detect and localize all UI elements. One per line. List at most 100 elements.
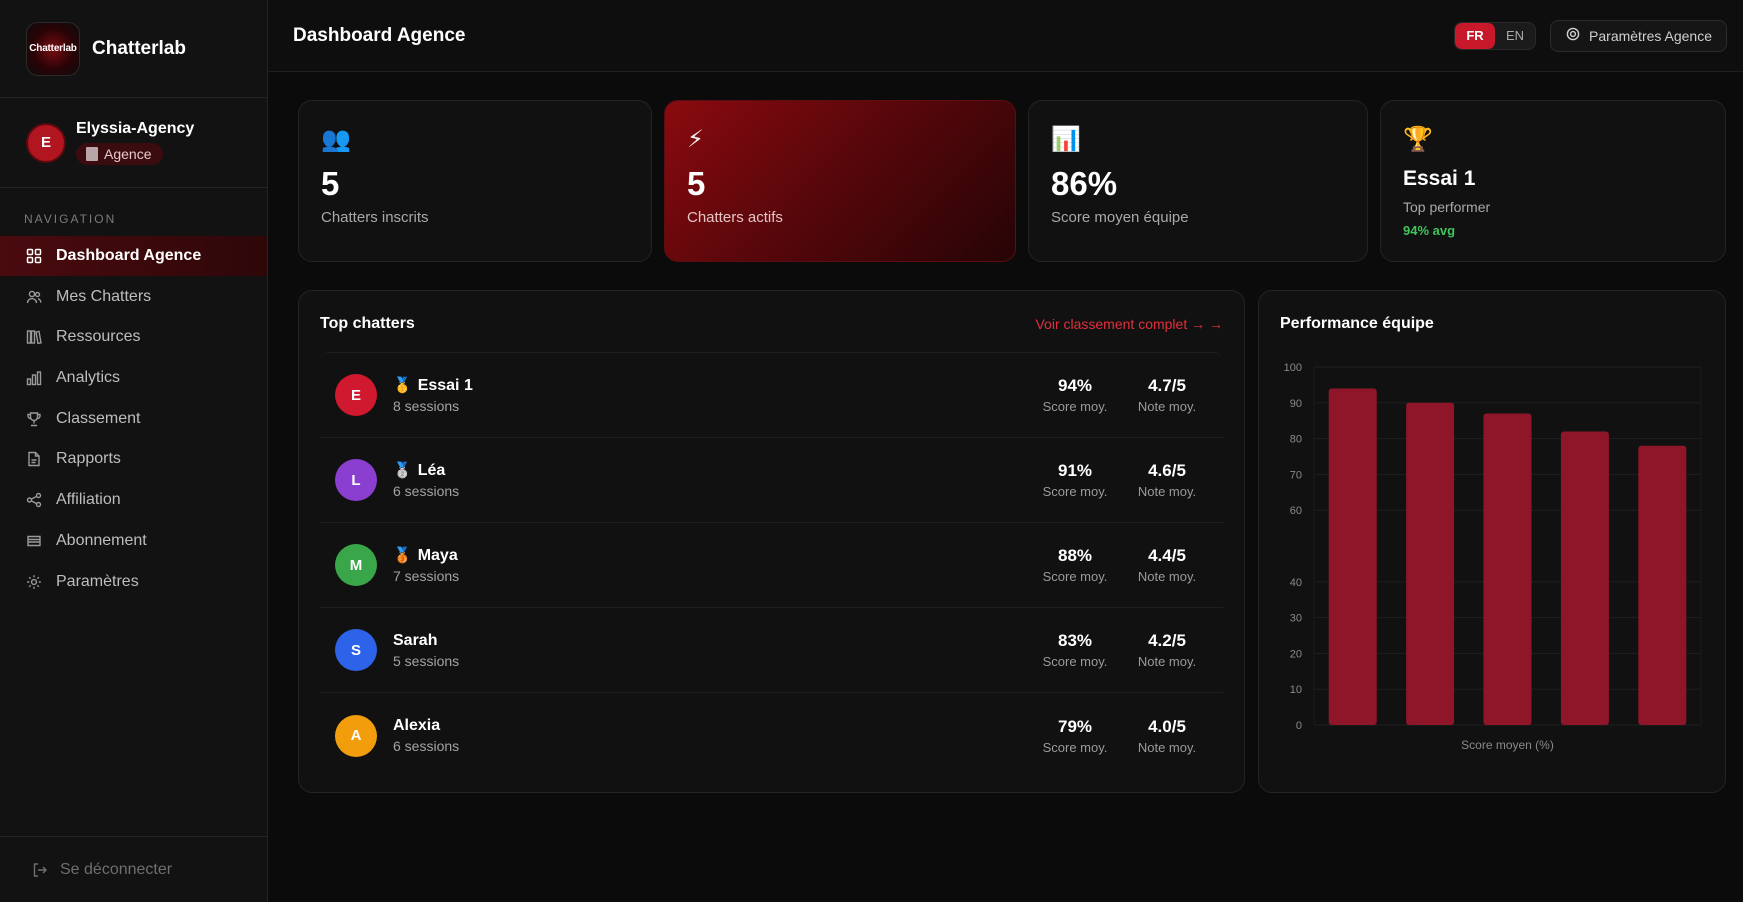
chart-bar[interactable] <box>1560 431 1609 725</box>
card-icon <box>26 533 42 549</box>
score-metric: 79% Score moy. <box>1034 717 1116 755</box>
avatar[interactable]: E <box>335 374 377 416</box>
stat-card-score: 📊 86% Score moyen équipe <box>1028 100 1368 262</box>
top-performer-name: Essai 1 <box>1403 167 1476 190</box>
chatter-name: Alexia <box>393 717 1034 735</box>
sidebar-item-dashboard[interactable]: Dashboard Agence <box>0 236 267 276</box>
stat-value: 86% <box>1051 165 1118 202</box>
chatter-name: 🥉 Maya <box>393 546 1034 565</box>
agency-badge-label: Agence <box>104 145 152 162</box>
y-tick-label: 10 <box>1290 684 1302 696</box>
stat-value: 5 <box>687 165 706 202</box>
lang-fr-button[interactable]: FR <box>1455 22 1496 49</box>
chatter-name-label: Léa <box>417 462 446 479</box>
y-tick-label: 60 <box>1290 505 1302 517</box>
score-value: 88% <box>1057 546 1093 565</box>
bar-chart-icon: 📊 <box>1051 126 1081 153</box>
score-label: Score moy. <box>1042 739 1108 755</box>
top-header: Dashboard Agence FR EN Paramètres Agence <box>268 0 1743 72</box>
avatar[interactable]: M <box>335 544 377 586</box>
y-tick-label: 80 <box>1290 434 1302 446</box>
grid-icon <box>26 248 42 264</box>
full-ranking-link[interactable]: Voir classement complet → → <box>1035 316 1223 332</box>
score-metric: 94% Score moy. <box>1034 376 1116 414</box>
avatar[interactable]: A <box>335 714 377 757</box>
chatter-name: 🥈 Léa <box>393 461 1034 480</box>
logout-icon <box>32 862 48 878</box>
chatter-sessions: 8 sessions <box>393 398 460 414</box>
sidebar: Chatterlab Chatterlab E Elyssia-Agency A… <box>0 0 268 902</box>
note-metric: 4.6/5 Note moy. <box>1126 461 1208 499</box>
sidebar-item-analytics[interactable]: Analytics <box>0 358 267 398</box>
sidebar-item-settings[interactable]: Paramètres <box>0 562 267 602</box>
logout-button[interactable]: Se déconnecter <box>0 836 267 902</box>
sidebar-item-ranking[interactable]: Classement <box>0 399 267 439</box>
chatter-name: Sarah <box>393 632 1034 650</box>
avatar[interactable]: S <box>335 629 377 671</box>
top-chatters-panel: Top chatters Voir classement complet → →… <box>298 290 1245 793</box>
y-tick-label: 70 <box>1290 469 1302 481</box>
chatter-sessions: 5 sessions <box>393 652 460 669</box>
stat-card-top-performer: 🏆 Essai 1 Top performer 94% avg <box>1380 100 1726 262</box>
chatter-name: 🥇 Essai 1 <box>393 376 1034 395</box>
sidebar-item-affiliation[interactable]: Affiliation <box>0 480 267 520</box>
sidebar-item-subscription[interactable]: Abonnement <box>0 521 267 561</box>
note-metric: 4.0/5 Note moy. <box>1126 717 1208 755</box>
avatar[interactable]: L <box>335 459 377 501</box>
y-tick-label: 30 <box>1290 613 1302 625</box>
users-icon: 👥 <box>321 126 351 153</box>
list-item[interactable]: M 🥉 Maya 7 sessions 88% Score moy. 4.4/5 Note m… <box>320 523 1223 608</box>
y-tick-label: 0 <box>1296 720 1302 732</box>
agency-settings-button[interactable]: Paramètres Agence <box>1550 19 1727 52</box>
note-value: 4.0/5 <box>1148 716 1186 736</box>
sidebar-item-resources[interactable]: Ressources <box>0 317 267 357</box>
page-title: Dashboard Agence <box>293 24 466 46</box>
chart-bar[interactable] <box>1328 388 1377 725</box>
note-metric: 4.4/5 Note moy. <box>1126 546 1208 584</box>
chart-bar[interactable] <box>1638 445 1687 725</box>
list-item[interactable]: L 🥈 Léa 6 sessions 91% Score moy. 4.6/5 Note mo… <box>320 438 1223 523</box>
sidebar-item-chatters[interactable]: Mes Chatters <box>0 277 267 317</box>
sidebar-item-label: Mes Chatters <box>56 287 152 305</box>
logout-label: Se déconnecter <box>60 860 173 878</box>
stat-label: Chatters actifs <box>687 209 783 226</box>
stat-card-active: ⚡ 5 Chatters actifs <box>664 100 1016 262</box>
list-item[interactable]: E 🥇 Essai 1 8 sessions 94% Score moy. 4.7/5 Not… <box>320 353 1223 438</box>
users-icon <box>26 289 42 305</box>
stat-label: Score moyen équipe <box>1051 209 1189 226</box>
agency-badge: Agence <box>76 142 164 165</box>
share-icon <box>26 492 42 508</box>
performance-chart: 0 10 20 30 40 60 70 80 90 100 Score moyen (%) <box>1284 362 1702 752</box>
list-item[interactable]: S Sarah 5 sessions 83% Score moy. 4.2/5 Note m… <box>320 608 1223 693</box>
score-metric: 91% Score moy. <box>1034 461 1116 499</box>
language-switcher: FR EN <box>1454 21 1537 50</box>
note-value: 4.2/5 <box>1148 631 1186 650</box>
list-item[interactable]: A Alexia 6 sessions 79% Score moy. 4.0/5 Note … <box>320 693 1223 778</box>
y-tick-label: 20 <box>1290 648 1302 660</box>
chart-bar[interactable] <box>1483 413 1532 725</box>
score-value: 83% <box>1057 631 1093 650</box>
chatter-sessions: 6 sessions <box>393 738 460 754</box>
score-metric: 83% Score moy. <box>1034 631 1116 669</box>
building-icon <box>86 146 98 161</box>
note-label: Note moy. <box>1137 484 1197 499</box>
sidebar-item-label: Affiliation <box>56 491 121 509</box>
medal-icon: 🥇 <box>393 377 412 394</box>
score-label: Score moy. <box>1042 569 1108 584</box>
chatters-list: E 🥇 Essai 1 8 sessions 94% Score moy. 4.7/5 Not… <box>320 352 1223 778</box>
score-metric: 88% Score moy. <box>1034 546 1116 584</box>
brand: Chatterlab Chatterlab <box>0 0 267 98</box>
chart-bar[interactable] <box>1406 402 1455 725</box>
lang-en-button[interactable]: EN <box>1495 23 1535 49</box>
avatar[interactable]: E <box>26 122 66 163</box>
trophy-icon: 🏆 <box>1403 126 1433 153</box>
score-label: Score moy. <box>1042 654 1108 669</box>
stat-label: Top performer <box>1403 199 1491 215</box>
brand-logo[interactable]: Chatterlab <box>26 21 80 76</box>
agency-settings-label: Paramètres Agence <box>1589 27 1712 44</box>
note-value: 4.6/5 <box>1148 461 1186 480</box>
sidebar-item-label: Ressources <box>56 328 141 346</box>
y-tick-label: 90 <box>1290 398 1302 410</box>
sidebar-item-reports[interactable]: Rapports <box>0 439 267 479</box>
sidebar-item-label: Dashboard Agence <box>56 247 202 264</box>
